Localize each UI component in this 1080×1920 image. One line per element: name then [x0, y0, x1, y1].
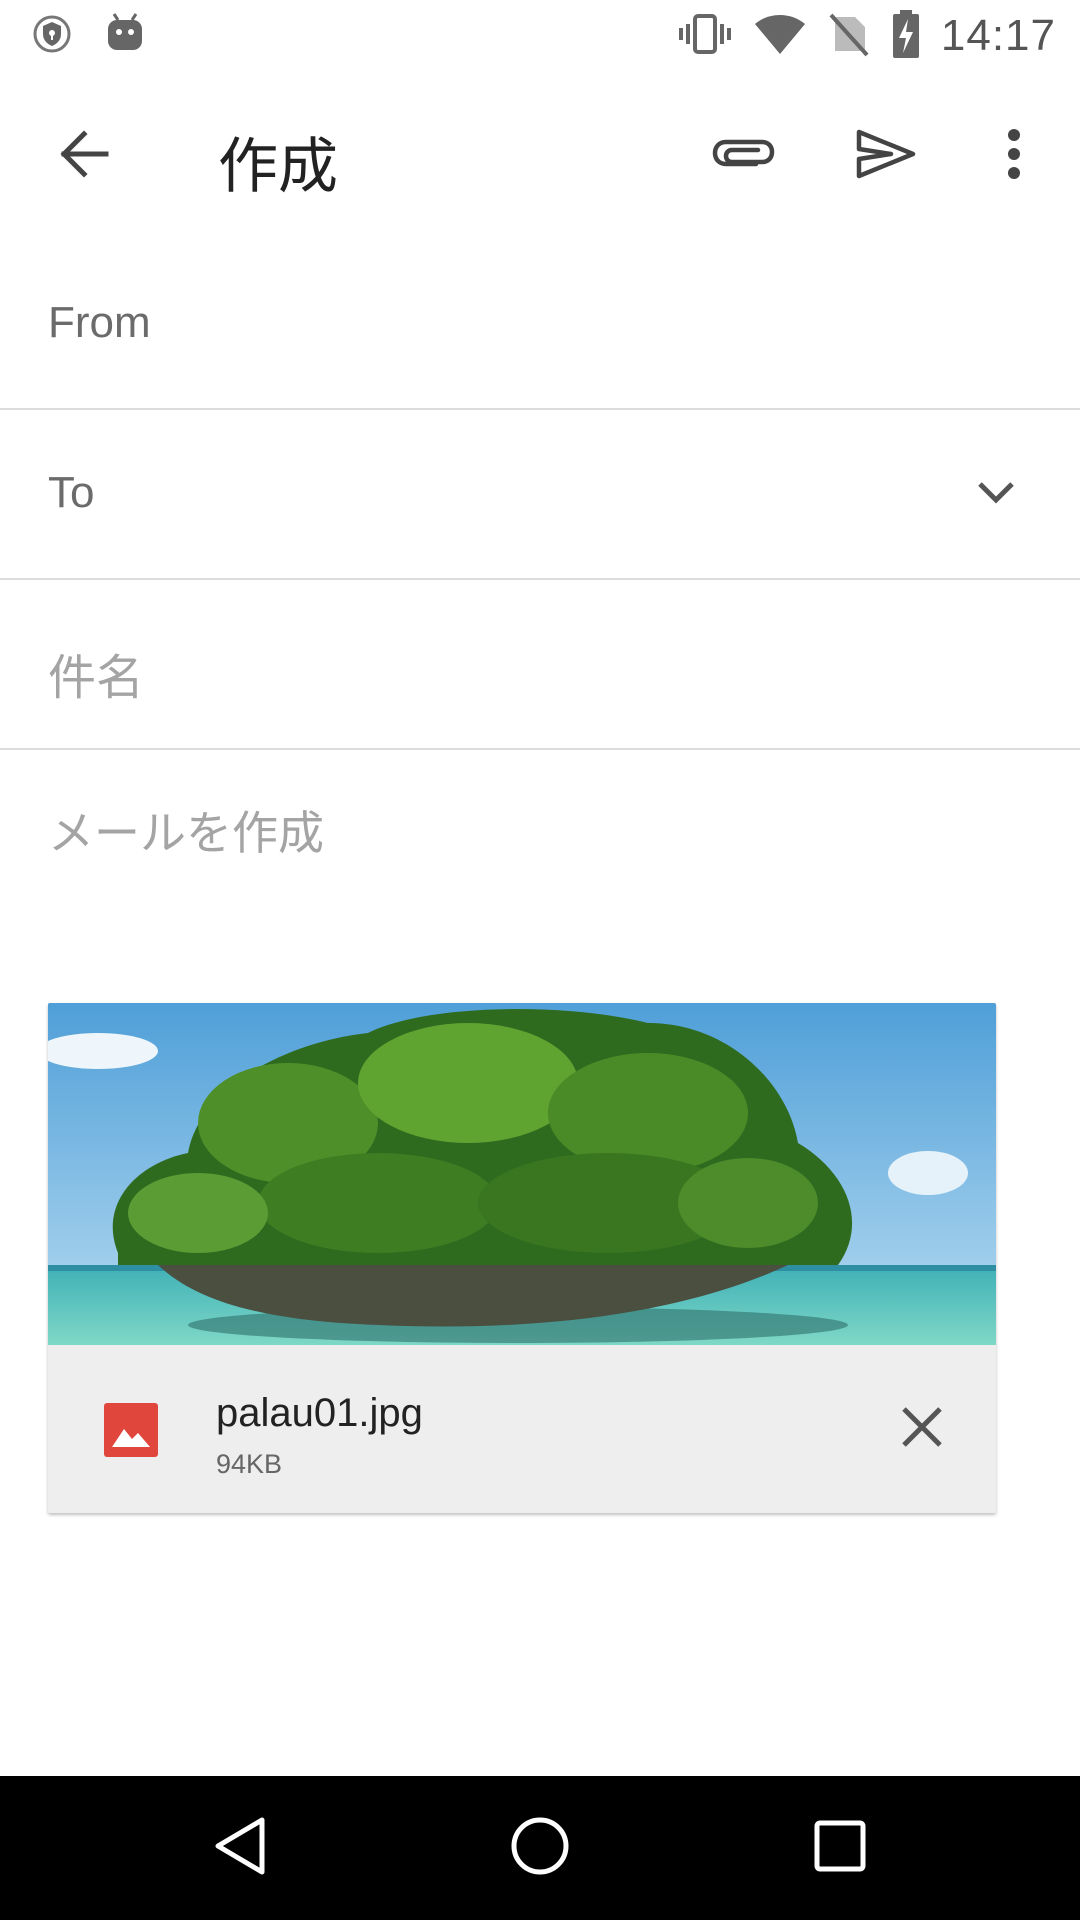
- nav-home-button[interactable]: [504, 1812, 576, 1884]
- image-file-icon: [104, 1403, 158, 1457]
- attachment-preview-image: [48, 1003, 996, 1345]
- status-bar: 14:17: [0, 0, 1080, 72]
- nav-home-icon: [510, 1816, 570, 1880]
- more-vert-icon: [1004, 128, 1024, 184]
- shield-badge-icon: [32, 12, 72, 60]
- no-sim-icon: [827, 11, 871, 61]
- more-options-button[interactable]: [978, 120, 1050, 192]
- attach-button[interactable]: [708, 120, 780, 192]
- page-title: 作成: [218, 132, 338, 202]
- subject-field[interactable]: 件名: [0, 580, 1080, 750]
- app-toolbar: [0, 84, 1080, 228]
- attachment-info: palau01.jpg 94KB: [48, 1345, 996, 1513]
- chevron-down-icon: [970, 482, 1022, 516]
- body-placeholder: メールを作成: [48, 806, 324, 860]
- send-icon: [855, 128, 917, 184]
- status-clock: 14:17: [940, 11, 1056, 60]
- to-field[interactable]: To: [0, 410, 1080, 580]
- from-field[interactable]: From: [0, 240, 1080, 410]
- remove-attachment-button[interactable]: [890, 1397, 954, 1461]
- nav-recents-button[interactable]: [804, 1812, 876, 1884]
- android-debug-icon: [104, 10, 146, 58]
- battery-charging-icon: [891, 9, 921, 63]
- send-button[interactable]: [850, 120, 922, 192]
- paperclip-icon: [712, 134, 776, 178]
- close-icon: [900, 1405, 944, 1453]
- attachment-card[interactable]: palau01.jpg 94KB: [48, 1003, 996, 1513]
- back-button[interactable]: [48, 120, 120, 192]
- arrow-back-icon: [58, 130, 110, 182]
- attachment-file-name: palau01.jpg: [216, 1391, 423, 1435]
- nav-back-button[interactable]: [204, 1812, 276, 1884]
- compose-screen: 14:17 作成 From To 件名 メールを作成 palau01.jpg 9…: [0, 0, 1080, 1920]
- subject-placeholder: 件名: [48, 650, 145, 706]
- attachment-file-size: 94KB: [216, 1449, 283, 1479]
- expand-recipients-button[interactable]: [970, 472, 1022, 516]
- to-label: To: [48, 468, 95, 517]
- status-icons: 14:17: [677, 8, 1056, 64]
- system-nav-bar: [0, 1776, 1080, 1920]
- nav-back-icon: [212, 1816, 268, 1880]
- nav-recents-icon: [814, 1820, 866, 1876]
- vibrate-icon: [677, 12, 733, 60]
- from-label: From: [48, 298, 151, 347]
- wifi-icon: [753, 12, 807, 60]
